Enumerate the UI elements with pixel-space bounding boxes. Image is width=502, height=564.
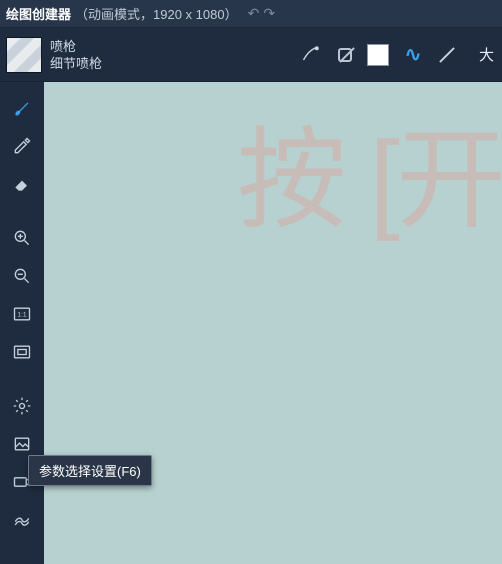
brush-tool[interactable]	[6, 92, 38, 124]
brush-thumbnail[interactable]	[6, 37, 42, 73]
brush-info: 喷枪 细节喷枪	[50, 38, 102, 72]
tooltip: 参数选择设置(F6)	[28, 455, 152, 486]
toolbar: 喷枪 细节喷枪 ∿ 大	[0, 28, 502, 82]
main-area: 1:1 按 [开	[0, 82, 502, 564]
left-sidebar: 1:1	[0, 82, 44, 564]
zoom-out-icon[interactable]	[6, 260, 38, 292]
history-controls: ↶ ↷	[248, 5, 275, 22]
app-subtitle: （动画模式，1920 x 1080）	[75, 4, 238, 23]
redo-icon[interactable]: ↷	[263, 5, 275, 22]
brush-category: 喷枪	[50, 38, 102, 55]
brush-stroke-icon[interactable]	[299, 43, 323, 67]
fit-screen-icon[interactable]	[6, 336, 38, 368]
right-tools: ∿ 大	[299, 43, 494, 67]
wave-icon[interactable]: ∿	[401, 43, 425, 67]
undo-icon[interactable]: ↶	[248, 5, 260, 22]
eyedropper-tool[interactable]	[6, 130, 38, 162]
watermark-text: 按 [开	[237, 90, 502, 250]
brush-preset: 细节喷枪	[50, 55, 102, 72]
eraser-tool[interactable]	[6, 168, 38, 200]
actual-size-icon[interactable]: 1:1	[6, 298, 38, 330]
settings-icon[interactable]	[6, 390, 38, 422]
size-label[interactable]: 大	[479, 44, 494, 65]
svg-text:1:1: 1:1	[17, 312, 27, 319]
disable-icon[interactable]	[335, 45, 355, 65]
app-title: 绘图创建器	[6, 4, 71, 23]
canvas-area[interactable]: 按 [开	[44, 82, 502, 564]
color-swatch[interactable]	[367, 44, 389, 66]
zoom-in-icon[interactable]	[6, 222, 38, 254]
title-bar: 绘图创建器 （动画模式，1920 x 1080） ↶ ↷	[0, 0, 502, 28]
fx-icon[interactable]	[6, 504, 38, 536]
line-tool-icon[interactable]	[437, 43, 461, 67]
